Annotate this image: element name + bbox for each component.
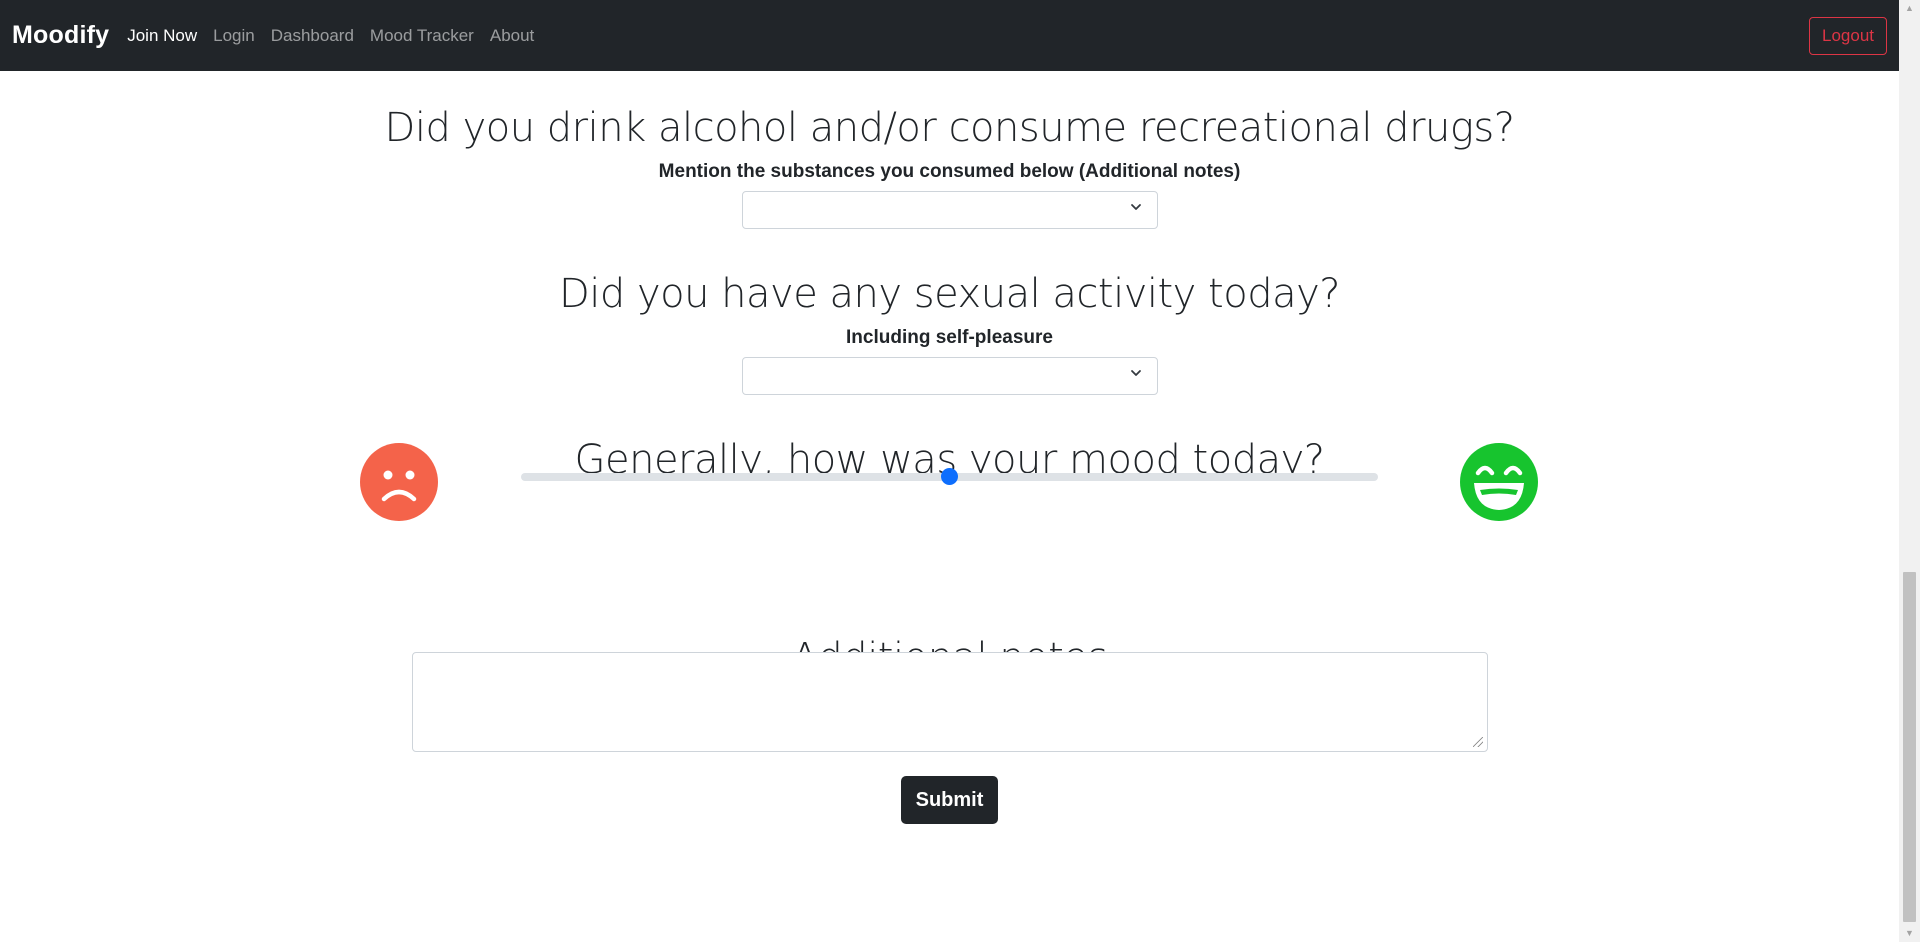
nav-link-about[interactable]: About — [490, 26, 534, 46]
scroll-down-arrow-icon[interactable]: ▼ — [1899, 925, 1920, 942]
nav-link-join-now[interactable]: Join Now — [127, 26, 197, 46]
nav-link-dashboard[interactable]: Dashboard — [271, 26, 354, 46]
sad-face-icon — [360, 443, 438, 521]
top-navbar: Moodify Join Now Login Dashboard Mood Tr… — [0, 0, 1899, 71]
resize-handle-icon[interactable] — [1473, 737, 1483, 747]
substances-question-title: Did you drink alcohol and/or consume rec… — [384, 105, 1515, 151]
scroll-up-arrow-icon[interactable]: ▲ — [1899, 0, 1920, 17]
nav-link-login[interactable]: Login — [213, 26, 255, 46]
sexual-activity-select[interactable] — [742, 357, 1158, 395]
grinning-face-icon — [1460, 443, 1538, 521]
nav-links: Join Now Login Dashboard Mood Tracker Ab… — [119, 26, 542, 46]
chevron-down-icon — [1129, 366, 1143, 385]
sexual-activity-question-subtitle: Including self-pleasure — [846, 327, 1053, 348]
scrollbar-thumb[interactable] — [1903, 572, 1916, 922]
mood-slider-thumb[interactable] — [941, 468, 958, 485]
substances-select[interactable] — [742, 191, 1158, 229]
submit-button[interactable]: Submit — [901, 776, 998, 824]
logout-button[interactable]: Logout — [1809, 17, 1887, 55]
chevron-down-icon — [1129, 200, 1143, 219]
page-scrollbar[interactable]: ▲ ▼ — [1899, 0, 1920, 942]
substances-question-subtitle: Mention the substances you consumed belo… — [658, 161, 1241, 182]
brand-logo[interactable]: Moodify — [12, 21, 109, 50]
sexual-activity-question-title: Did you have any sexual activity today? — [558, 271, 1341, 317]
nav-link-mood-tracker[interactable]: Mood Tracker — [370, 26, 474, 46]
notes-textarea[interactable] — [412, 652, 1488, 752]
